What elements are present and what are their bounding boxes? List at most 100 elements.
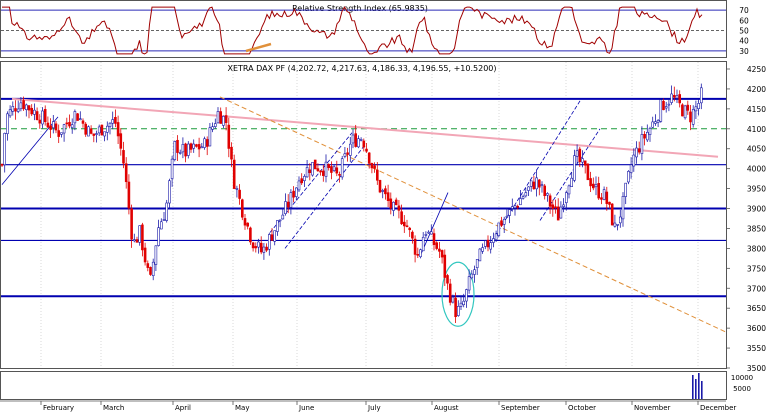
price-candle: [629, 164, 633, 173]
price-candle: [513, 205, 517, 209]
price-candle: [232, 159, 236, 189]
price-candle: [338, 174, 341, 176]
price-candle: [554, 206, 557, 209]
price-candle: [278, 219, 282, 222]
price-candle: [254, 246, 258, 249]
price-candle: [100, 124, 104, 136]
price-candle: [681, 104, 684, 117]
price-candle: [92, 133, 96, 136]
price-candle: [197, 144, 201, 150]
price-candle: [397, 205, 401, 211]
price-candle: [108, 122, 112, 127]
price-tick-label: 4050: [747, 145, 766, 154]
rsi-tick-label: 60: [739, 16, 749, 25]
price-candle: [303, 176, 306, 182]
price-candle: [203, 138, 206, 148]
price-candle: [165, 202, 168, 221]
price-candle: [505, 215, 509, 218]
price-candle: [570, 177, 574, 187]
price-candle: [138, 225, 141, 243]
x-tick-label: February: [43, 404, 74, 412]
price-candle: [500, 220, 503, 226]
price-candle: [483, 240, 487, 247]
price-candle: [246, 222, 249, 227]
price-candle: [613, 222, 617, 227]
price-candle: [578, 148, 582, 163]
x-axis: February March April May June July August Septe…: [0, 400, 736, 412]
price-candle: [111, 119, 114, 124]
price-candle: [267, 234, 271, 250]
price-candle: [313, 159, 317, 170]
price-candle: [367, 152, 371, 164]
price-candle: [335, 167, 339, 174]
price-candle: [157, 227, 160, 246]
price-candle: [362, 140, 366, 148]
x-tick-label: September: [501, 404, 540, 412]
price-candle: [292, 190, 295, 198]
price-candle: [122, 150, 125, 164]
price-candle: [384, 188, 387, 195]
price-tick-label: 3650: [747, 304, 766, 313]
price-candle: [605, 191, 609, 204]
price-candle: [467, 276, 471, 291]
price-candle: [519, 198, 522, 206]
price-candle: [475, 259, 479, 268]
price-candle: [448, 283, 452, 303]
price-candle: [443, 254, 447, 278]
price-candle: [297, 180, 301, 191]
price-candle: [176, 139, 179, 153]
price-candle: [656, 120, 660, 123]
price-candle: [454, 297, 457, 318]
price-candle: [502, 218, 506, 225]
price-candle: [535, 177, 538, 190]
price-candle: [273, 230, 277, 242]
price-candle: [189, 143, 193, 150]
price-candle: [130, 208, 133, 240]
price-tick-label: 3900: [747, 205, 766, 214]
price-candle: [610, 203, 614, 226]
price-candle: [33, 109, 36, 115]
price-tick-label: 3750: [747, 264, 766, 273]
price-candle: [170, 158, 174, 179]
price-candle: [432, 233, 436, 246]
price-candle: [413, 238, 417, 255]
price-candle: [583, 160, 587, 166]
price-tick-label: 4100: [747, 125, 766, 134]
price-candle: [489, 242, 493, 250]
price-candle: [289, 192, 293, 208]
price-candle: [346, 152, 349, 155]
price-candle: [543, 185, 547, 197]
stock-chart: Relative Strength Index (65.9835) 7060 50…: [0, 0, 766, 412]
price-candle: [597, 183, 601, 199]
price-candle: [127, 181, 131, 209]
price-candle: [691, 109, 695, 125]
price-candle: [79, 118, 82, 120]
price-candle: [492, 238, 495, 243]
price-candle: [516, 205, 520, 208]
price-candle: [27, 105, 31, 111]
rsi-tick-label: 30: [739, 47, 749, 56]
price-candle: [106, 125, 109, 133]
price-candle: [330, 166, 333, 173]
price-candle: [624, 182, 628, 197]
price-candle: [141, 224, 144, 251]
price-candle: [41, 110, 44, 125]
price-tick-label: 3600: [747, 324, 766, 333]
price-candle: [389, 198, 393, 209]
price-candle: [470, 273, 474, 279]
price-candle: [537, 179, 541, 188]
price-candle: [438, 248, 441, 252]
price-candle: [95, 133, 98, 135]
price-candle: [586, 163, 590, 181]
price-candle: [54, 123, 58, 131]
price-candle: [211, 126, 214, 130]
price-candle: [675, 95, 679, 99]
price-candle: [573, 155, 576, 181]
price-candle: [65, 122, 69, 125]
price-candle: [257, 241, 260, 248]
price-candle: [400, 211, 403, 225]
price-candle: [405, 225, 409, 228]
price-candle: [262, 246, 266, 253]
price-candle: [49, 125, 52, 130]
volume-bar: [695, 379, 697, 399]
